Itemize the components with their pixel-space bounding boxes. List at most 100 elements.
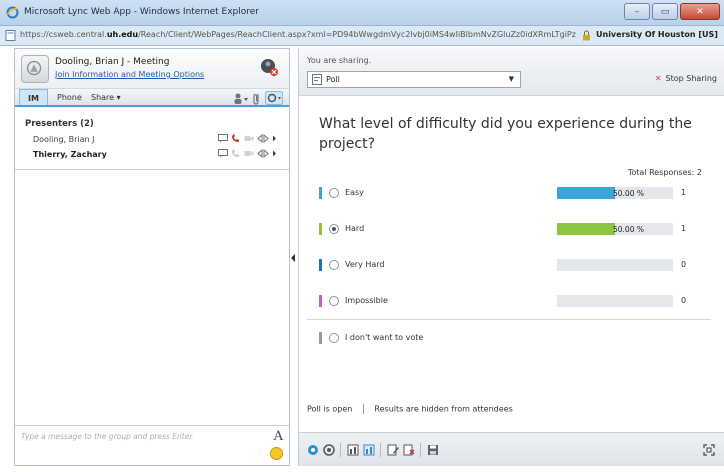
tab-share[interactable]: Share ▾ [91, 93, 121, 102]
poll-option[interactable]: Impossible 0 [319, 294, 709, 308]
participant-actions [218, 134, 277, 143]
edit-poll-icon[interactable] [387, 444, 399, 456]
url-text[interactable]: https://csweb.central.uh.edu/Reach/Clien… [20, 30, 576, 39]
toolbar-separator [420, 443, 421, 457]
tab-im[interactable]: IM [19, 89, 48, 105]
option-color-marker [319, 223, 322, 235]
video-icon[interactable] [244, 134, 254, 143]
result-bar: 50.00 % [557, 223, 673, 235]
option-radio[interactable] [329, 333, 339, 343]
option-color-marker [319, 295, 322, 307]
option-color-marker [319, 259, 322, 271]
font-button[interactable]: A [274, 429, 283, 444]
results-hidden-status: Results are hidden from attendees [374, 404, 513, 414]
presenter-toolbar [299, 432, 724, 466]
attachment-icon[interactable] [253, 92, 261, 105]
poll-option[interactable]: Hard 50.00 % 1 [319, 222, 709, 236]
phone-icon[interactable] [231, 149, 241, 158]
meeting-options-link[interactable]: Join Information and Meeting Options [55, 70, 204, 79]
message-placeholder: Type a message to the group and press En… [21, 432, 193, 441]
share-icon[interactable] [257, 134, 269, 143]
stop-sharing-button[interactable]: ✕ Stop Sharing [655, 74, 717, 83]
video-icon[interactable] [244, 149, 254, 158]
people-options-icon[interactable] [233, 92, 249, 105]
option-label: Easy [345, 188, 364, 197]
dropdown-caret-icon: ▼ [508, 75, 514, 83]
result-count: 1 [681, 188, 687, 197]
option-radio[interactable] [329, 260, 339, 270]
poll-option[interactable]: Very Hard 0 [319, 258, 709, 272]
emoticon-icon[interactable] [270, 447, 283, 460]
option-label: Very Hard [345, 260, 385, 269]
collapse-panel-icon[interactable] [290, 252, 296, 264]
result-bar [557, 295, 673, 307]
option-color-marker [319, 187, 322, 199]
save-poll-icon[interactable] [427, 444, 439, 456]
options-divider [307, 319, 711, 320]
result-bar: 50.00 % [557, 187, 673, 199]
show-results-icon[interactable] [347, 444, 359, 456]
message-input[interactable]: Type a message to the group and press En… [15, 425, 289, 465]
total-responses: Total Responses: 2 [627, 168, 702, 177]
poll-document-icon [312, 74, 322, 85]
stop-sharing-label: Stop Sharing [665, 74, 717, 83]
presenters-header[interactable]: Presenters (2) [25, 119, 94, 129]
presence-busy-icon[interactable] [259, 57, 279, 77]
option-radio[interactable] [329, 296, 339, 306]
conversation-tabs: IM Phone Share ▾ [15, 89, 289, 107]
conversation-panel: Dooling, Brian J - Meeting Join Informat… [14, 48, 290, 466]
share-icon[interactable] [257, 149, 269, 158]
close-poll-icon[interactable] [323, 444, 335, 456]
result-bar-fill [557, 223, 615, 235]
close-button[interactable]: ✕ [680, 3, 720, 20]
chat-icon[interactable] [218, 134, 228, 143]
result-percent: 50.00 % [613, 225, 644, 234]
open-poll-icon[interactable] [307, 444, 319, 456]
toolbar-separator [380, 443, 381, 457]
result-count: 1 [681, 224, 687, 233]
poll-question: What level of difficulty did you experie… [319, 116, 692, 152]
chevron-right-icon[interactable] [272, 149, 277, 158]
maximize-button[interactable]: ▭ [652, 3, 678, 20]
result-bar [557, 259, 673, 271]
poll-option-no-vote[interactable]: I don't want to vote [319, 331, 709, 345]
security-org-label[interactable]: University Of Houston [US] [596, 30, 718, 39]
minimize-button[interactable]: – [624, 3, 650, 20]
presenters-divider [15, 169, 289, 170]
option-label: Hard [345, 224, 365, 233]
result-percent: 50.00 % [613, 189, 644, 198]
shared-content-value: Poll [326, 75, 340, 84]
window-title-bar: Microsoft Lync Web App - Windows Interne… [0, 0, 724, 26]
participant-name[interactable]: Dooling, Brian J [33, 135, 95, 144]
delete-poll-icon[interactable] [403, 444, 415, 456]
hide-results-icon[interactable] [363, 444, 375, 456]
meeting-icon [26, 60, 42, 76]
poll-open-status: Poll is open [307, 404, 353, 414]
shared-content-select[interactable]: Poll ▼ [307, 71, 521, 88]
page-icon [5, 30, 16, 41]
option-color-marker [319, 332, 322, 344]
stop-x-icon: ✕ [654, 74, 662, 83]
fullscreen-icon[interactable] [703, 444, 715, 456]
toolbar-separator [340, 443, 341, 457]
poll-option[interactable]: Easy 50.00 % 1 [319, 186, 709, 200]
meeting-header: Dooling, Brian J - Meeting Join Informat… [15, 49, 289, 89]
phone-icon[interactable] [231, 134, 241, 143]
sharing-status-label: You are sharing. [307, 56, 372, 65]
address-bar[interactable]: https://csweb.central.uh.edu/Reach/Clien… [0, 26, 724, 46]
sharing-toolbar: You are sharing. Poll ▼ ✕ Stop Sharing [299, 48, 724, 96]
option-radio[interactable] [329, 188, 339, 198]
tab-phone[interactable]: Phone [57, 93, 82, 102]
participant-actions [218, 149, 277, 158]
lock-icon[interactable] [582, 30, 591, 41]
settings-gear-icon[interactable] [265, 91, 283, 105]
participant-name[interactable]: Thierry, Zachary [33, 150, 107, 159]
chat-icon[interactable] [218, 149, 228, 158]
chevron-right-icon[interactable] [272, 134, 277, 143]
result-bar-fill [557, 187, 615, 199]
poll-status: Poll is open Results are hidden from att… [307, 404, 513, 414]
option-label: I don't want to vote [345, 333, 424, 342]
status-separator [362, 404, 364, 414]
option-radio[interactable] [329, 224, 339, 234]
result-count: 0 [681, 296, 687, 305]
